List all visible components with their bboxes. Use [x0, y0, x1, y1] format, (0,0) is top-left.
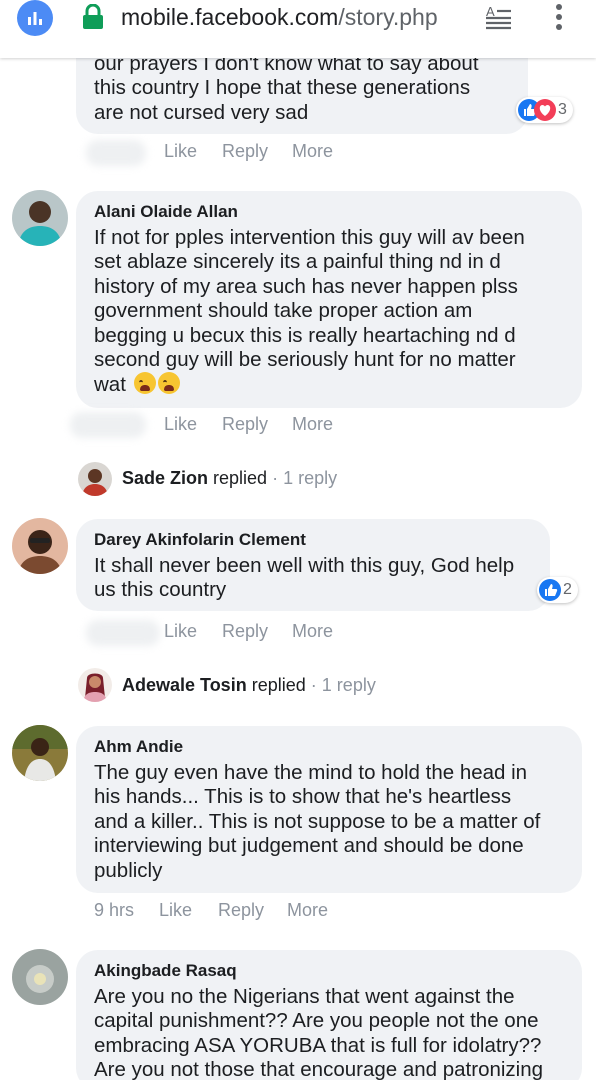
comment-timestamp[interactable]: 9 hrs	[94, 900, 134, 921]
svg-text:A: A	[486, 4, 495, 19]
crying-face-icon	[133, 372, 156, 395]
reply-count: 1 reply	[283, 468, 338, 488]
reply-count: 1 reply	[321, 675, 376, 695]
comment-author[interactable]: Ahm Andie	[94, 736, 564, 758]
lock-icon[interactable]	[82, 4, 104, 30]
comment-bubble: Ahm Andie The guy even have the mind to …	[76, 726, 582, 893]
comment-actions: Like Reply More	[0, 141, 596, 165]
reply-button[interactable]: Reply	[222, 414, 268, 435]
crying-face-icon	[157, 372, 180, 395]
url-host: mobile.facebook.com	[121, 4, 339, 30]
comment-actions: 9 hrs Like Reply More	[0, 900, 596, 924]
like-reaction-icon	[539, 579, 561, 601]
view-replies-link[interactable]: Adewale Tosin replied · 1 reply	[122, 675, 376, 696]
reply-avatar[interactable]	[78, 668, 112, 702]
like-button[interactable]: Like	[164, 621, 197, 642]
comment-author[interactable]: Darey Akinfolarin Clement	[94, 529, 532, 551]
love-reaction-icon	[534, 99, 556, 121]
reply-button[interactable]: Reply	[222, 141, 268, 162]
comment-text: our prayers I don't know what to say abo…	[94, 52, 479, 124]
reply-avatar[interactable]	[78, 462, 112, 496]
comment-author[interactable]: Akingbade Rasaq	[94, 960, 564, 982]
comment-actions: Like Reply More	[0, 621, 596, 645]
url-path: /story.php	[338, 4, 438, 30]
reply-author: Adewale Tosin	[122, 675, 247, 695]
comment-text: Are you no the Nigerians that went again…	[94, 985, 544, 1080]
avatar[interactable]	[12, 518, 68, 574]
more-button[interactable]: More	[287, 900, 328, 921]
comment-bubble: Akingbade Rasaq Are you no the Nigerians…	[76, 950, 582, 1080]
comment-text: If not for pples intervention this guy w…	[94, 226, 525, 397]
avatar[interactable]	[12, 949, 68, 1005]
comment-bubble: Alani Olaide Allan If not for pples inte…	[76, 191, 582, 408]
comment-author[interactable]: Alani Olaide Allan	[94, 201, 564, 223]
avatar[interactable]	[12, 725, 68, 781]
comment-bubble: Darey Akinfolarin Clement It shall never…	[76, 519, 550, 611]
browser-toolbar: mobile.facebook.com/story.php A	[0, 0, 596, 58]
like-button[interactable]: Like	[164, 414, 197, 435]
reply-button[interactable]: Reply	[218, 900, 264, 921]
more-button[interactable]: More	[292, 414, 333, 435]
reaction-count: 2	[563, 581, 572, 598]
more-button[interactable]: More	[292, 621, 333, 642]
reader-mode-icon[interactable]: A	[485, 4, 513, 30]
reaction-summary[interactable]: 3	[516, 97, 573, 123]
reaction-count: 3	[558, 101, 567, 118]
comment-actions: Like Reply More	[0, 414, 596, 438]
comment-text: It shall never been well with this guy, …	[94, 554, 515, 602]
like-button[interactable]: Like	[164, 141, 197, 162]
address-bar[interactable]: mobile.facebook.com/story.php	[121, 4, 438, 31]
avatar[interactable]	[12, 190, 68, 246]
reply-author: Sade Zion	[122, 468, 209, 488]
view-replies-link[interactable]: Sade Zion replied · 1 reply	[122, 468, 337, 489]
like-button[interactable]: Like	[159, 900, 192, 921]
analytics-icon[interactable]	[17, 0, 53, 36]
reply-button[interactable]: Reply	[222, 621, 268, 642]
more-button[interactable]: More	[292, 141, 333, 162]
reaction-summary[interactable]: 2	[537, 577, 578, 603]
comment-text: The guy even have the mind to hold the h…	[94, 761, 541, 882]
more-vert-icon[interactable]	[552, 2, 566, 32]
